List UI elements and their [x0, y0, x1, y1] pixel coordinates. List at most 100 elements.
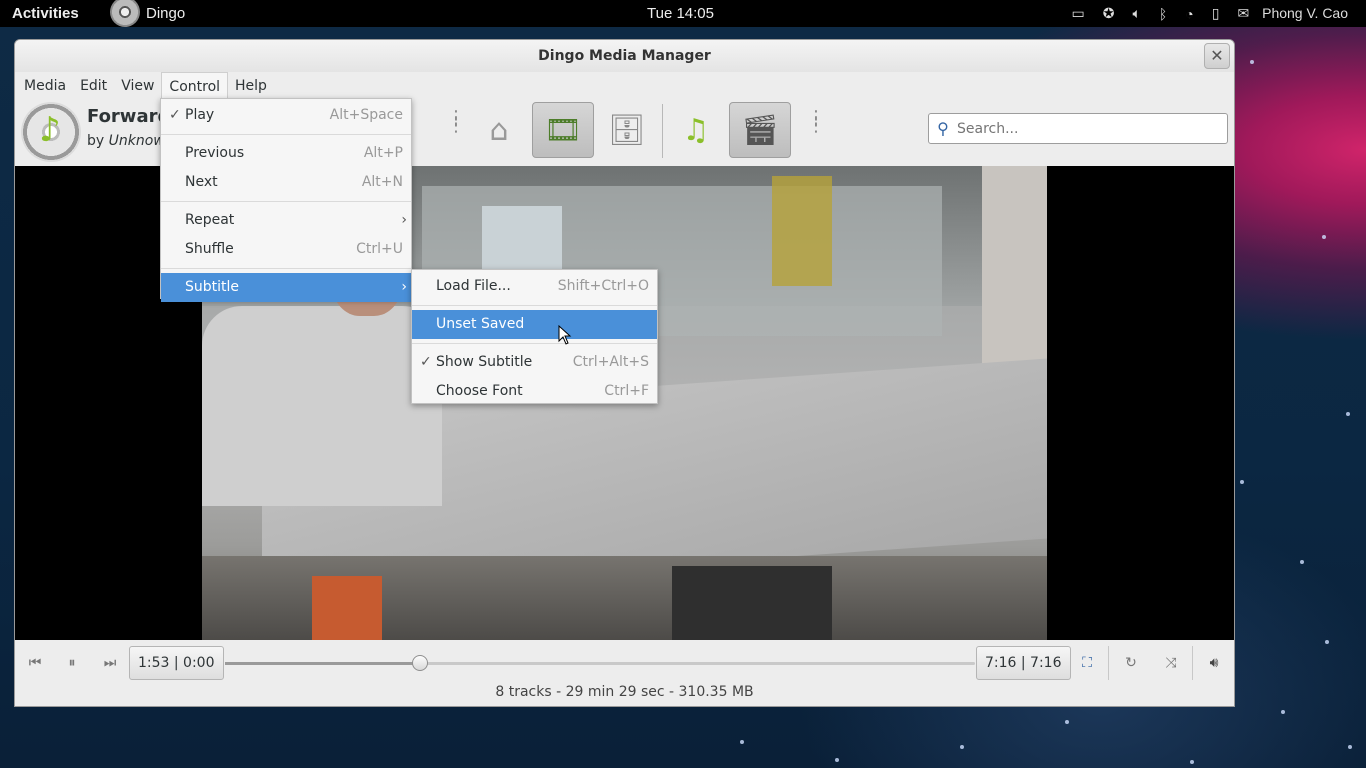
search-box[interactable]: ⚲ — [928, 113, 1228, 144]
menu-item-accel: Shift+Ctrl+O — [557, 278, 649, 294]
user-name: Phong V. Cao — [1262, 5, 1348, 21]
volume-icon[interactable]: 🔈︎ — [1132, 5, 1140, 22]
close-window-button[interactable]: ✕ — [1204, 43, 1230, 69]
pause-button[interactable]: ⏸︎ — [58, 650, 86, 676]
star-decoration — [1240, 480, 1244, 484]
menu-item-label: Unset Saved — [436, 316, 525, 332]
repeat-button[interactable]: ↻ — [1117, 650, 1145, 676]
menu-item-label: Subtitle — [185, 279, 240, 295]
next-track-button[interactable]: ⏭︎ — [96, 650, 124, 676]
menu-item-accel: Alt+N — [361, 174, 403, 190]
by-prefix: by — [87, 133, 105, 149]
wifi-icon[interactable]: ◔ — [1185, 6, 1193, 22]
star-decoration — [1190, 760, 1194, 764]
menu-item-show-subtitle[interactable]: ✓ Show Subtitle Ctrl+Alt+S — [412, 348, 657, 377]
menu-separator — [161, 130, 411, 139]
mouse-pointer-icon — [558, 325, 572, 345]
playback-controls: ⏮︎ ⏸︎ ⏭︎ 1:53 | 0:00 7:16 | 7:16 ⛶ ↻ ⤨ 🔊… — [15, 640, 1234, 684]
file-manager-button[interactable]: 🗄︎ — [596, 102, 658, 158]
menu-separator — [161, 264, 411, 273]
user-menu[interactable]: ✉ Phong V. Cao — [1237, 5, 1357, 22]
top-panel: Activities Dingo Tue 14:05 ▭ ✪ 🔈︎ ᛒ ◔ ▯ … — [0, 0, 1366, 27]
bluetooth-icon[interactable]: ᛒ — [1159, 6, 1167, 22]
controls-separator — [1192, 646, 1193, 680]
menu-item-accel: Ctrl+F — [604, 383, 649, 399]
toolbar-grip-right: ⋮ ⋮ — [807, 107, 825, 136]
menu-item-unset-saved[interactable]: Unset Saved — [412, 310, 657, 339]
submenu-arrow-icon: › — [401, 279, 407, 295]
menu-separator — [412, 339, 657, 348]
menu-item-label: Next — [185, 174, 218, 190]
video-button[interactable]: 🎬︎ — [729, 102, 791, 158]
accessibility-icon[interactable]: ✪ — [1103, 5, 1115, 22]
control-menu: ✓ Play Alt+Space Previous Alt+P Next Alt… — [160, 98, 412, 302]
menu-item-next[interactable]: Next Alt+N — [161, 168, 411, 197]
window-titlebar[interactable]: Dingo Media Manager ✕ — [15, 40, 1234, 72]
music-note-icon: ♪ — [39, 110, 61, 150]
menu-item-subtitle[interactable]: Subtitle › — [161, 273, 411, 302]
menu-item-play[interactable]: ✓ Play Alt+Space — [161, 101, 411, 130]
seek-bar-fill — [225, 662, 420, 665]
now-playing: ♪ Forward by Unknown — [21, 102, 174, 162]
toolbar-divider — [662, 104, 663, 158]
menu-item-label: Play — [185, 107, 215, 123]
fullscreen-button[interactable]: ⛶ — [1073, 650, 1101, 676]
menubar: Media Edit View Control Help — [15, 72, 1234, 100]
music-button[interactable]: ♫ — [665, 102, 727, 158]
menu-item-repeat[interactable]: Repeat › — [161, 206, 411, 235]
menu-item-label: Choose Font — [436, 383, 523, 399]
menu-media[interactable]: Media — [17, 72, 73, 100]
menu-separator — [161, 197, 411, 206]
menu-item-accel: Ctrl+U — [356, 241, 403, 257]
menu-item-choose-font[interactable]: Choose Font Ctrl+F — [412, 377, 657, 406]
album-art: ♪ — [21, 102, 81, 162]
menu-view[interactable]: View — [114, 72, 161, 100]
menu-item-shuffle[interactable]: Shuffle Ctrl+U — [161, 235, 411, 264]
status-bar: 8 tracks - 29 min 29 sec - 310.35 MB — [495, 684, 754, 700]
menu-edit[interactable]: Edit — [73, 72, 114, 100]
subtitle-submenu: Load File... Shift+Ctrl+O Unset Saved ✓ … — [411, 269, 658, 404]
star-decoration — [1322, 235, 1326, 239]
search-input[interactable] — [957, 120, 1207, 137]
menu-item-previous[interactable]: Previous Alt+P — [161, 139, 411, 168]
menu-item-load-file[interactable]: Load File... Shift+Ctrl+O — [412, 272, 657, 301]
seek-bar[interactable] — [225, 655, 975, 671]
star-decoration — [1346, 412, 1350, 416]
clock[interactable]: Tue 14:05 — [647, 5, 714, 22]
checkmark-icon: ✓ — [420, 354, 432, 370]
submenu-arrow-icon: › — [401, 212, 407, 228]
battery-icon[interactable]: ▯ — [1212, 5, 1220, 22]
activities-button[interactable]: Activities — [12, 5, 79, 22]
menu-item-label: Shuffle — [185, 241, 234, 257]
controls-separator — [1108, 646, 1109, 680]
menu-item-label: Repeat — [185, 212, 235, 228]
volume-button[interactable]: 🔊︎ — [1200, 650, 1228, 676]
network-wired-icon[interactable]: ▭ — [1072, 5, 1085, 22]
previous-track-button[interactable]: ⏮︎ — [21, 650, 49, 676]
menu-item-label: Previous — [185, 145, 245, 161]
menu-item-accel: Alt+Space — [329, 107, 403, 123]
menu-help[interactable]: Help — [228, 72, 274, 100]
menu-item-accel: Ctrl+Alt+S — [572, 354, 649, 370]
app-menu[interactable]: Dingo — [110, 0, 185, 27]
star-decoration — [835, 758, 839, 762]
file-cabinet-icon: 🗄︎ — [607, 112, 647, 148]
star-decoration — [740, 740, 744, 744]
star-decoration — [1065, 720, 1069, 724]
window-title: Dingo Media Manager — [538, 48, 711, 64]
menu-separator — [412, 301, 657, 310]
checkmark-icon: ✓ — [169, 107, 181, 123]
menu-item-label: Show Subtitle — [436, 354, 533, 370]
dingo-app-icon — [110, 0, 140, 27]
music-note-icon: ♫ — [682, 112, 710, 148]
media-library-button[interactable]: 🎞︎ — [532, 102, 594, 158]
home-button[interactable]: ⌂ — [468, 102, 530, 158]
menu-control[interactable]: Control — [161, 72, 229, 100]
star-decoration — [1348, 745, 1352, 749]
shuffle-button[interactable]: ⤨ — [1157, 650, 1185, 676]
star-decoration — [1250, 60, 1254, 64]
star-decoration — [1300, 560, 1304, 564]
system-tray: ▭ ✪ 🔈︎ ᛒ ◔ ▯ ✉ Phong V. Cao — [1063, 0, 1366, 27]
home-icon: ⌂ — [489, 112, 509, 148]
seek-handle[interactable] — [412, 655, 428, 671]
